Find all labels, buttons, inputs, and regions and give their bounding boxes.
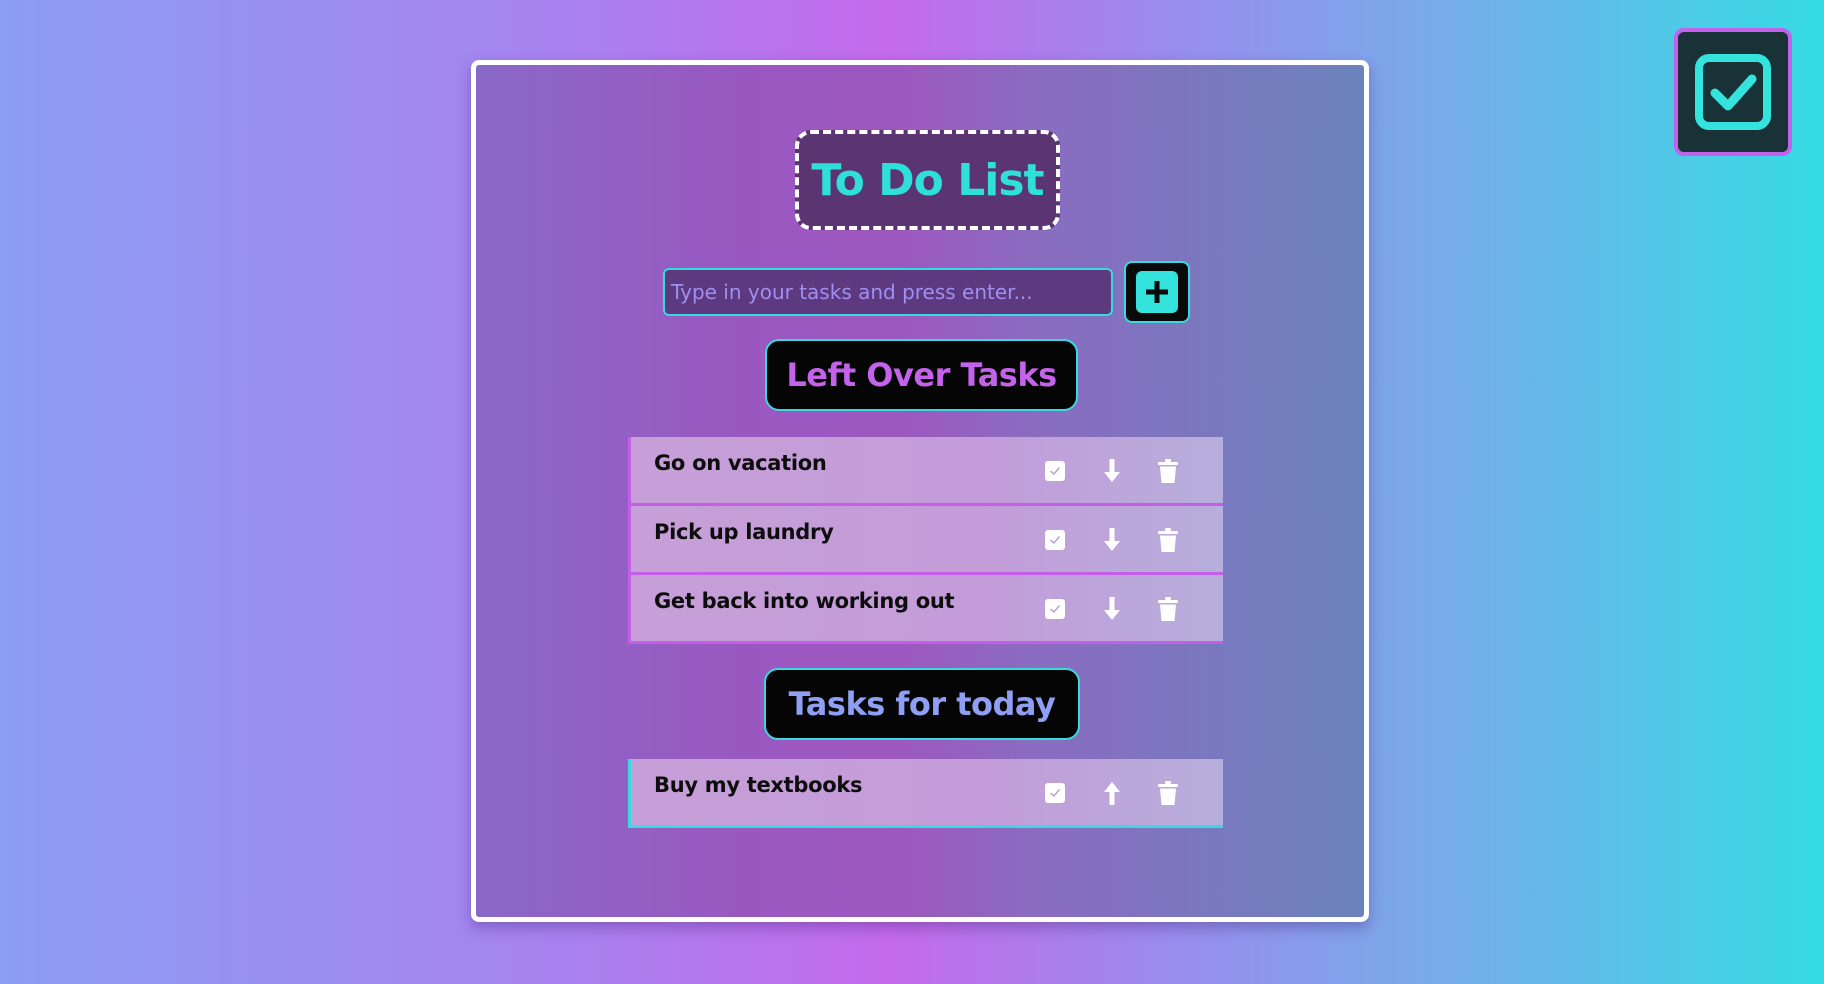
checkbox-icon [1045, 530, 1065, 550]
arrow-down-icon [1104, 597, 1120, 620]
move-down-button[interactable] [1098, 526, 1126, 554]
title-box: To Do List [795, 130, 1060, 230]
delete-task-button[interactable] [1154, 779, 1182, 807]
today-task-list: Buy my textbooks [628, 759, 1223, 828]
task-input[interactable] [663, 268, 1113, 316]
plus-icon [1136, 271, 1178, 313]
checkbox-icon [1045, 783, 1065, 803]
add-task-button[interactable] [1124, 261, 1190, 323]
checkbox-icon [1045, 461, 1065, 481]
checkbox-checked-icon [1695, 54, 1771, 130]
app-logo-checkbox-icon [1674, 28, 1792, 156]
move-down-button[interactable] [1098, 457, 1126, 485]
task-item: Buy my textbooks [628, 759, 1223, 828]
todo-card: To Do List Left Over Tasks Go on vacatio… [471, 60, 1369, 922]
task-item: Get back into working out [628, 575, 1223, 644]
task-item: Pick up laundry [628, 506, 1223, 575]
complete-task-button[interactable] [1041, 595, 1069, 623]
task-text: Buy my textbooks [654, 773, 863, 797]
trash-icon [1158, 781, 1178, 805]
arrow-down-icon [1104, 459, 1120, 482]
task-text: Get back into working out [654, 589, 955, 613]
left-over-task-list: Go on vacation Pick up laundry Get back … [628, 437, 1223, 644]
trash-icon [1158, 597, 1178, 621]
complete-task-button[interactable] [1041, 457, 1069, 485]
complete-task-button[interactable] [1041, 779, 1069, 807]
complete-task-button[interactable] [1041, 526, 1069, 554]
task-item: Go on vacation [628, 437, 1223, 506]
checkbox-icon [1045, 599, 1065, 619]
task-text: Go on vacation [654, 451, 827, 475]
delete-task-button[interactable] [1154, 526, 1182, 554]
move-down-button[interactable] [1098, 595, 1126, 623]
move-up-button[interactable] [1098, 779, 1126, 807]
page-title: To Do List [811, 154, 1044, 206]
trash-icon [1158, 459, 1178, 483]
trash-icon [1158, 528, 1178, 552]
left-over-tasks-heading: Left Over Tasks [765, 339, 1078, 411]
arrow-down-icon [1104, 528, 1120, 551]
delete-task-button[interactable] [1154, 457, 1182, 485]
delete-task-button[interactable] [1154, 595, 1182, 623]
tasks-for-today-heading: Tasks for today [764, 668, 1080, 740]
arrow-up-icon [1104, 782, 1120, 805]
task-text: Pick up laundry [654, 520, 834, 544]
